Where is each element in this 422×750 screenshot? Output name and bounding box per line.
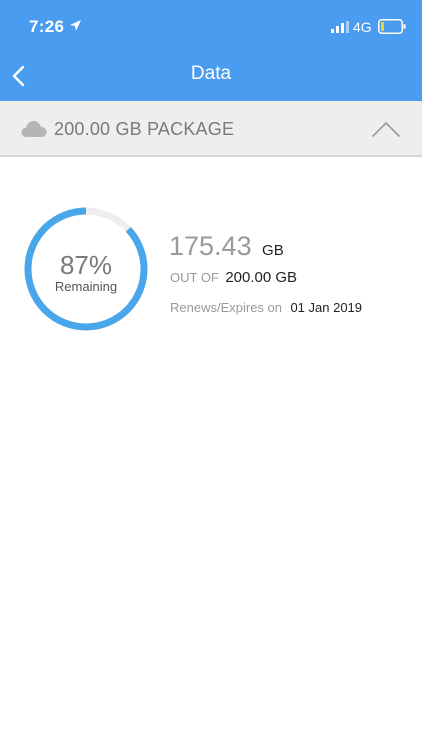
total-prefix: OUT OF <box>170 270 219 285</box>
app-header: 7:26 4G Data <box>0 0 422 101</box>
remaining-percent: 87% <box>59 250 113 280</box>
status-bar: 7:26 4G <box>0 0 422 52</box>
chevron-up-icon[interactable] <box>371 120 401 138</box>
remaining-unit: GB <box>262 242 284 259</box>
location-arrow-icon <box>70 20 81 31</box>
total-amount: OUT OF 200.00 GB <box>170 269 297 287</box>
battery-icon <box>378 19 406 34</box>
status-time: 7:26 <box>29 17 65 36</box>
nav-bar: Data <box>0 52 422 101</box>
page-title: Data <box>190 63 232 84</box>
remaining-caption: Remaining <box>54 279 118 294</box>
cloud-icon <box>21 121 47 137</box>
network-type: 4G <box>353 19 372 35</box>
renewal-info: Renews/Expires on 01 Jan 2019 <box>170 299 362 317</box>
remaining-amount: 175.43 GB <box>169 231 284 262</box>
package-title: 200.00 GB PACKAGE <box>54 119 235 139</box>
remaining-value: 175.43 <box>169 231 252 261</box>
total-value: 200.00 GB <box>225 269 298 286</box>
cellular-signal-icon <box>331 21 349 33</box>
renew-prefix: Renews/Expires on <box>170 300 282 315</box>
renew-date: 01 Jan 2019 <box>290 300 363 315</box>
package-accordion-header[interactable]: 200.00 GB PACKAGE <box>0 101 422 157</box>
